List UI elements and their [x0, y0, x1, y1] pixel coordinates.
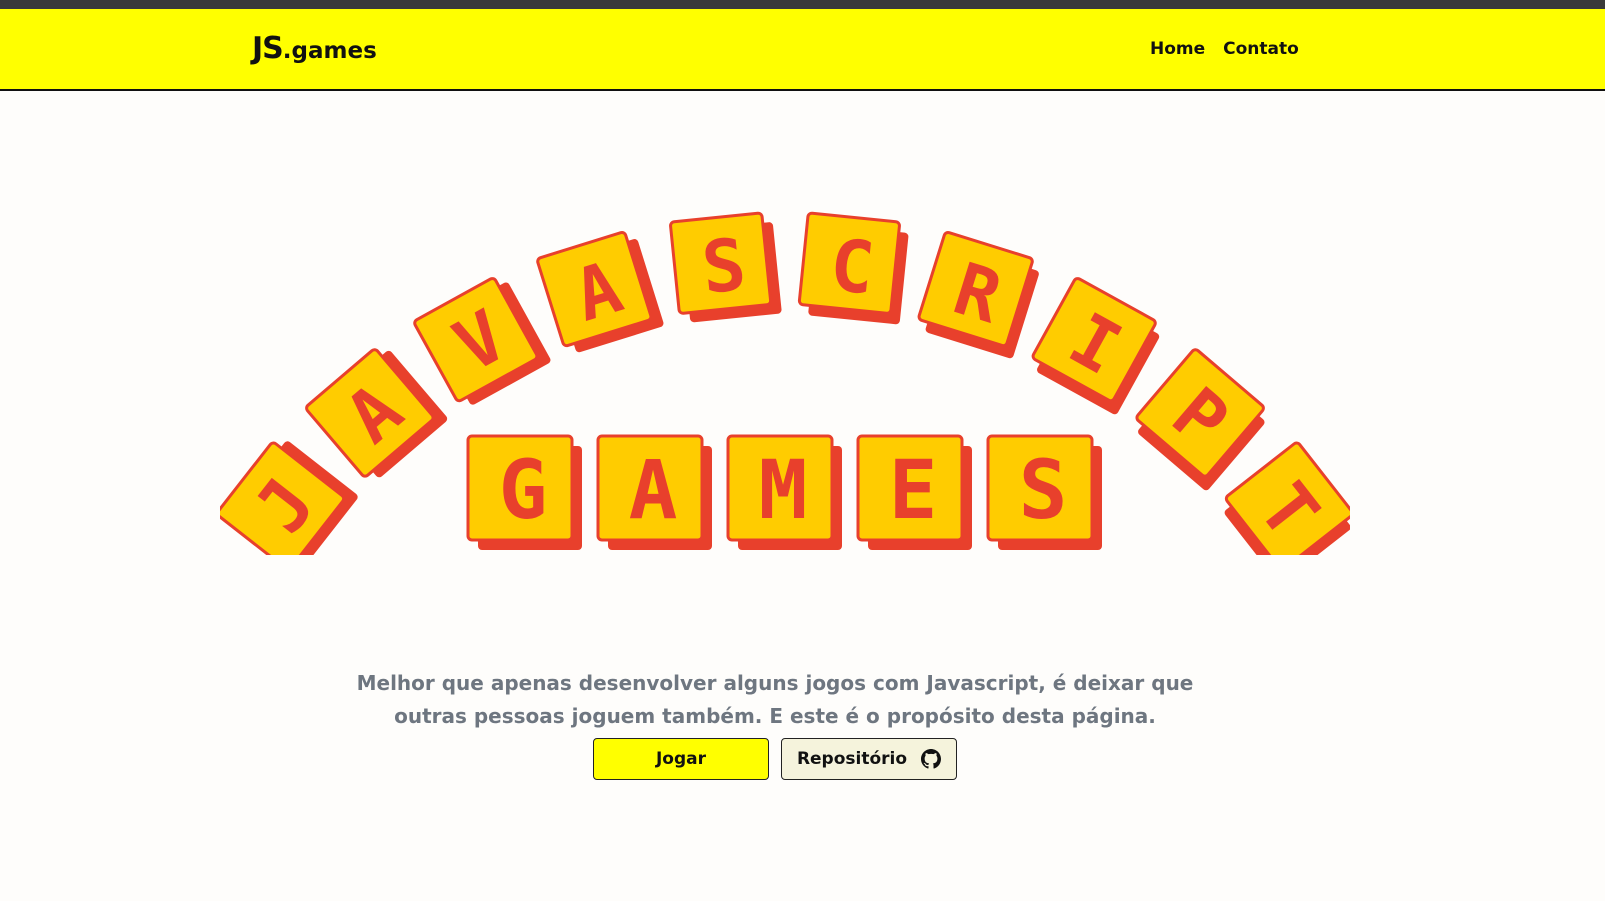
- hero-title-top-letter: I: [1031, 277, 1160, 415]
- hero-title-art: JAVA S C RIPT GAMES: [220, 211, 1350, 555]
- nav-link-contato[interactable]: Contato: [1223, 39, 1299, 59]
- hero-title-bottom-letter: A: [596, 434, 712, 550]
- hero-title-top-letter: C: [797, 211, 909, 325]
- hero-description: Melhor que apenas desenvolver alguns jog…: [356, 671, 1194, 728]
- logo-games-text: .games: [282, 38, 377, 64]
- hero-title-top-letter: T: [1224, 441, 1350, 555]
- navbar: JS.games Home Contato: [0, 9, 1605, 91]
- hero-title-bottom-letter: M: [726, 434, 842, 550]
- hero-title-bottom-letter: S: [986, 434, 1102, 550]
- svg-text:E: E: [889, 444, 938, 538]
- svg-text:S: S: [1019, 444, 1068, 538]
- hero-title-bottom-letter: G: [466, 434, 582, 550]
- hero-title-bottom-letter: E: [856, 434, 972, 550]
- svg-text:M: M: [759, 444, 808, 538]
- svg-text:G: G: [499, 444, 548, 538]
- repository-button[interactable]: Repositório: [781, 738, 957, 780]
- nav-link-home[interactable]: Home: [1150, 39, 1205, 59]
- svg-text:C: C: [826, 223, 877, 311]
- svg-text:S: S: [698, 222, 749, 310]
- hero-title-top-letter: R: [917, 230, 1039, 359]
- play-button-label: Jogar: [655, 749, 707, 769]
- nav-links: Home Contato: [1150, 39, 1299, 59]
- hero-title-bottom: GAMES: [466, 434, 1102, 550]
- github-icon: [921, 749, 942, 769]
- hero-title-top-letter: S: [669, 211, 782, 323]
- svg-text:A: A: [629, 444, 678, 538]
- top-dark-strip: [0, 0, 1605, 9]
- hero-title-top-letter: J: [220, 441, 358, 555]
- hero-title-top-letter: V: [413, 277, 551, 405]
- play-button[interactable]: Jogar: [593, 738, 769, 780]
- hero-title-top-letter: P: [1135, 348, 1265, 491]
- repository-button-label: Repositório: [796, 749, 908, 769]
- hero-actions: Jogar Repositório: [593, 738, 957, 780]
- hero-title-top-letter: A: [536, 230, 664, 353]
- hero-title-top-letter: A: [305, 348, 448, 478]
- site-logo[interactable]: JS.games: [252, 31, 377, 66]
- logo-js-text: JS: [252, 31, 284, 66]
